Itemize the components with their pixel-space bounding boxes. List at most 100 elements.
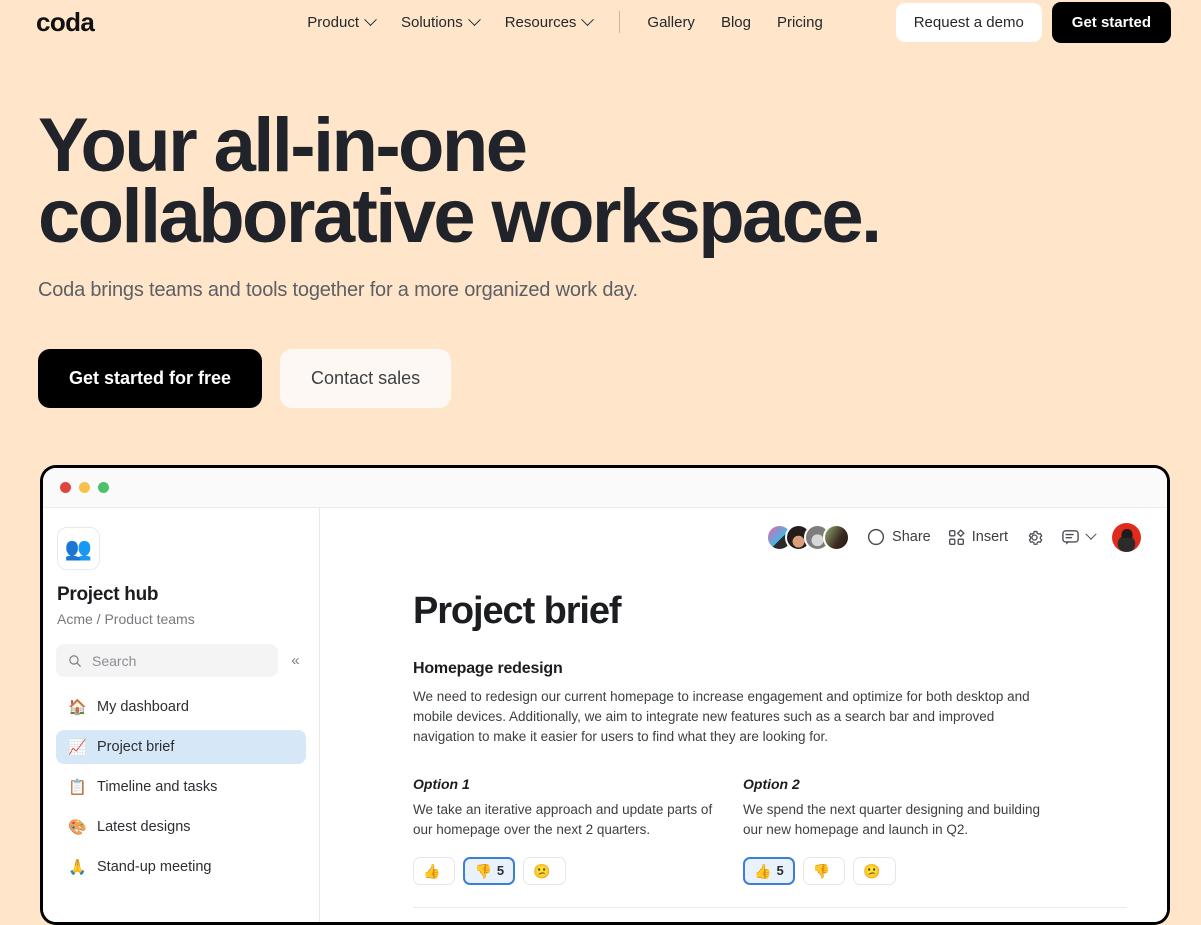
share-label: Share — [892, 529, 931, 545]
nav-link-blog[interactable]: Blog — [708, 8, 764, 37]
workspace-avatar[interactable]: 👥 — [57, 527, 100, 570]
reaction-thumbs-down-button[interactable]: 👎 — [802, 856, 846, 885]
insert-grid-icon — [948, 528, 965, 545]
chart-icon: 📈 — [68, 739, 87, 756]
chevron-down-icon — [467, 12, 481, 26]
chevron-down-icon — [364, 12, 377, 26]
praying-hands-icon: 🙏 — [68, 859, 87, 876]
thumbs-down-icon: 👎 — [474, 862, 492, 879]
settings-button[interactable] — [1025, 528, 1044, 547]
option-1-title: Option 1 — [413, 775, 470, 792]
hero-heading-line2: collaborative workspace. — [38, 174, 882, 260]
app-window-mockup: 👥 Project hub Acme / Product teams « — [40, 465, 1170, 925]
collapse-sidebar-icon[interactable]: « — [285, 648, 306, 674]
document-toolbar: Share Insert — [320, 508, 1167, 566]
avatar[interactable] — [823, 523, 851, 551]
window-minimize-icon[interactable] — [79, 482, 90, 493]
sidebar-item-label: Stand-up meeting — [97, 859, 212, 875]
sidebar-item-latest-designs[interactable]: 🎨 Latest designs — [56, 810, 306, 844]
nav-actions: Request a demo Get started — [882, 1, 1171, 43]
top-navigation-bar: coda Product Solutions Resources Gallery… — [0, 0, 1201, 44]
document-scroll-area[interactable]: Project brief Homepage redesign We need … — [320, 590, 1167, 908]
coda-logo[interactable]: coda — [36, 9, 95, 35]
option-2-body: We spend the next quarter designing and … — [743, 801, 1040, 837]
search-box[interactable] — [56, 644, 278, 677]
sidebar-item-project-brief[interactable]: 📈 Project brief — [56, 730, 306, 764]
request-demo-button[interactable]: Request a demo — [895, 2, 1042, 42]
nav-menu-group: Product Solutions Resources Gallery Blog… — [294, 8, 836, 37]
document-divider — [413, 906, 1127, 908]
comments-button[interactable] — [1061, 528, 1097, 547]
options-row: Option 1 We take an iterative approach a… — [413, 776, 1127, 885]
app-window-inner: 👥 Project hub Acme / Product teams « — [43, 468, 1167, 922]
hero-cta-group: Get started for free Contact sales — [38, 348, 1201, 408]
search-icon — [69, 654, 81, 667]
current-user-avatar[interactable] — [1112, 522, 1141, 552]
nav-menu-resources-label: Resources — [504, 13, 577, 31]
document-title: Project brief — [413, 590, 622, 632]
reaction-confused-button[interactable]: 😕 — [523, 856, 566, 885]
confused-face-icon: 😕 — [533, 862, 551, 879]
breadcrumb: Acme / Product teams — [57, 611, 195, 627]
gear-icon — [1028, 530, 1043, 545]
document-pane: Share Insert Project brief Homepage rede… — [320, 508, 1167, 922]
reaction-thumbs-down-button[interactable]: 👎 5 — [463, 856, 516, 885]
app-body: 👥 Project hub Acme / Product teams « — [43, 508, 1167, 922]
sidebar-item-my-dashboard[interactable]: 🏠 My dashboard — [56, 690, 306, 724]
get-started-free-button[interactable]: Get started for free — [38, 348, 263, 408]
reaction-confused-button[interactable]: 😕 — [853, 856, 896, 885]
option-2-column: Option 2 We spend the next quarter desig… — [743, 776, 1073, 885]
sidebar: 👥 Project hub Acme / Product teams « — [43, 508, 320, 922]
sidebar-item-timeline-and-tasks[interactable]: 📋 Timeline and tasks — [56, 770, 306, 804]
confused-face-icon: 😕 — [863, 862, 881, 879]
insert-label: Insert — [971, 529, 1008, 545]
document-section-body: We need to redesign our current homepage… — [413, 689, 1030, 744]
document-content: Project brief Homepage redesign We need … — [320, 590, 1167, 885]
option-1-column: Option 1 We take an iterative approach a… — [413, 776, 743, 885]
nav-menu-solutions-label: Solutions — [401, 13, 463, 31]
clipboard-icon: 📋 — [68, 779, 87, 796]
chevron-down-icon — [1085, 528, 1097, 540]
hero-section: Your all-in-one collaborative workspace.… — [0, 44, 1201, 408]
option-2-title: Option 2 — [743, 775, 800, 792]
window-titlebar — [43, 468, 1167, 508]
document-section-heading: Homepage redesign — [413, 660, 563, 677]
search-input[interactable] — [92, 652, 266, 669]
get-started-button[interactable]: Get started — [1051, 1, 1171, 43]
workspace-title: Project hub — [57, 584, 159, 605]
sidebar-item-label: Project brief — [97, 739, 175, 755]
thumbs-down-icon: 👎 — [812, 862, 831, 879]
share-icon — [867, 528, 885, 546]
option-1-reactions: 👍 👎 5 😕 — [413, 856, 743, 885]
comment-icon — [1062, 529, 1079, 545]
nav-menu-solutions[interactable]: Solutions — [388, 8, 492, 37]
collaborator-avatars[interactable] — [766, 523, 851, 551]
share-button[interactable]: Share — [867, 528, 931, 546]
nav-link-pricing[interactable]: Pricing — [764, 8, 836, 37]
reaction-count: 5 — [776, 863, 784, 879]
sidebar-nav-list: 🏠 My dashboard 📈 Project brief 📋 Timelin… — [56, 690, 306, 884]
window-maximize-icon[interactable] — [98, 482, 109, 493]
sidebar-item-label: My dashboard — [97, 699, 189, 715]
nav-menu-product-label: Product — [307, 13, 359, 31]
contact-sales-button[interactable]: Contact sales — [280, 348, 452, 408]
option-1-body: We take an iterative approach and update… — [413, 801, 713, 837]
thumbs-up-icon: 👍 — [423, 862, 441, 879]
nav-menu-resources[interactable]: Resources — [492, 8, 606, 37]
house-icon: 🏠 — [68, 699, 87, 716]
reaction-thumbs-up-button[interactable]: 👍 5 — [743, 856, 795, 885]
sidebar-item-stand-up-meeting[interactable]: 🙏 Stand-up meeting — [56, 850, 306, 884]
figma-icon: 🎨 — [68, 819, 87, 836]
nav-link-gallery[interactable]: Gallery — [634, 8, 708, 37]
sidebar-item-label: Latest designs — [97, 819, 191, 835]
insert-button[interactable]: Insert — [948, 528, 1008, 546]
reaction-thumbs-up-button[interactable]: 👍 — [413, 856, 456, 885]
nav-menu-product[interactable]: Product — [294, 8, 388, 37]
option-2-reactions: 👍 5 👎 😕 — [743, 856, 1073, 885]
sidebar-item-label: Timeline and tasks — [97, 779, 218, 795]
hero-subheading: Coda brings teams and tools together for… — [38, 278, 638, 301]
reaction-count: 5 — [496, 863, 505, 879]
sidebar-search-row: « — [56, 644, 306, 677]
thumbs-up-icon: 👍 — [754, 862, 772, 879]
window-close-icon[interactable] — [60, 482, 71, 493]
